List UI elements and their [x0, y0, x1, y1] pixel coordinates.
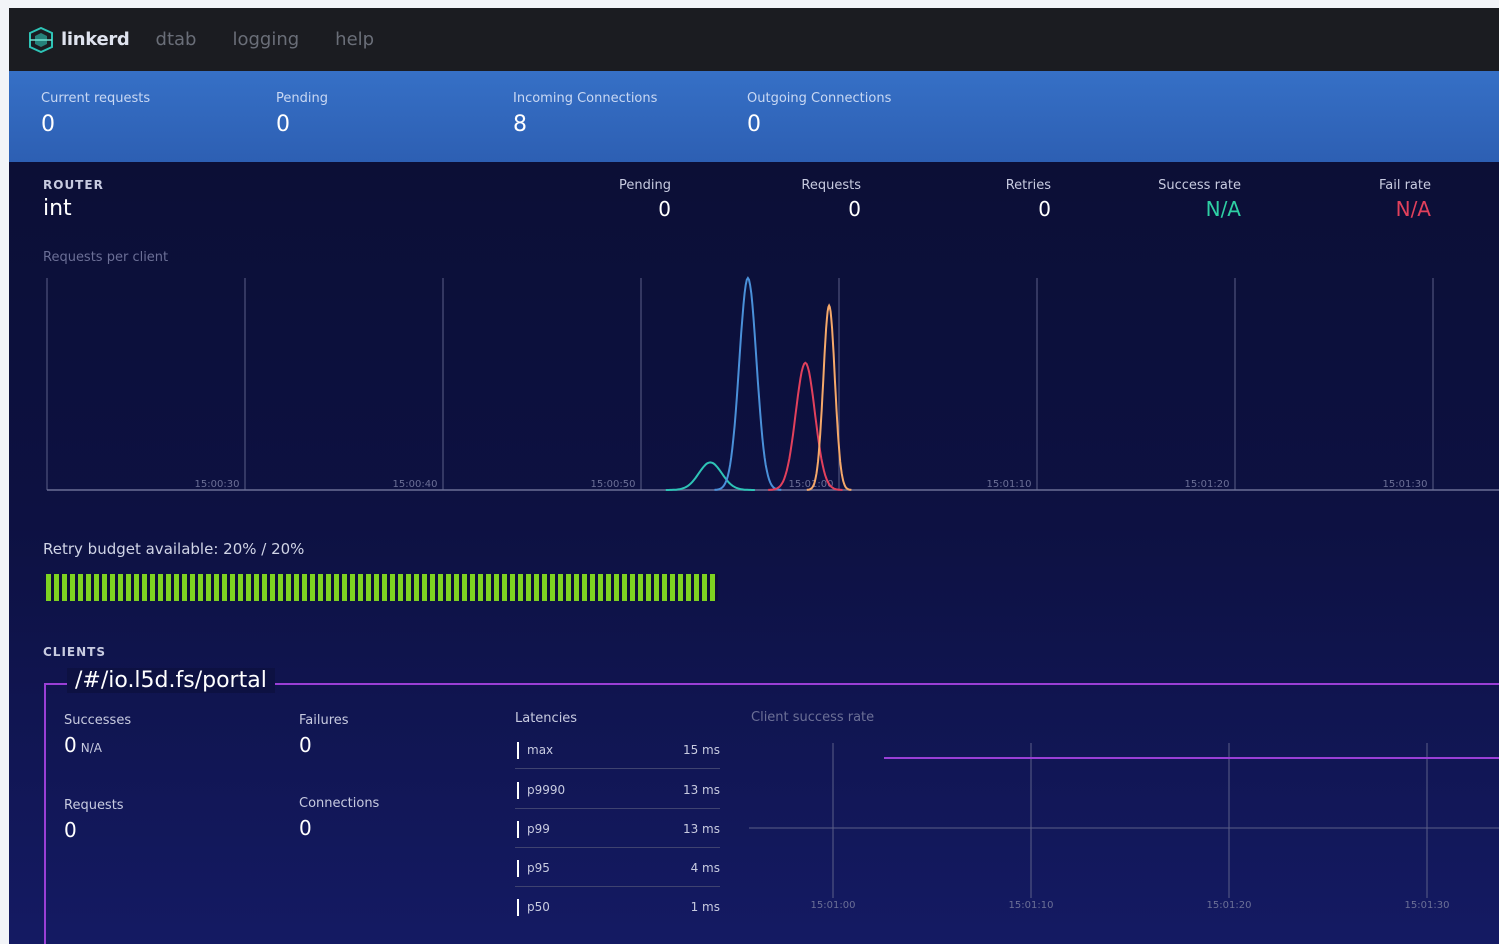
summary-label: Current requests [41, 91, 151, 106]
client-stat-label: Successes [64, 713, 132, 728]
router-stat-pending: Pending 0 [599, 178, 671, 221]
summary-label: Pending [276, 91, 328, 106]
stat-value: 0 [848, 197, 861, 221]
x-tick-label: 15:01:30 [1383, 479, 1428, 490]
retry-budget-label: Retry budget available: 20% / 20% [43, 540, 305, 558]
summary-current-requests: Current requests 0 [41, 91, 150, 137]
latency-bar [517, 860, 519, 877]
client-stat-label: Requests [64, 798, 124, 813]
router-stat-requests: Requests 0 [779, 178, 861, 221]
successes-value: 0 [64, 733, 77, 757]
x-tick-label: 15:01:10 [987, 479, 1032, 490]
stat-label: Success rate [1158, 178, 1241, 193]
latencies-title: Latencies [515, 711, 578, 726]
successes-unit: N/A [80, 741, 102, 755]
x-tick-label: 15:00:50 [591, 479, 636, 490]
x-tick-label: 15:01:10 [1009, 900, 1054, 911]
client-requests: Requests 0 [64, 798, 124, 842]
summary-value: 0 [41, 112, 55, 137]
latency-value: 1 ms [690, 900, 720, 914]
latency-bar [517, 899, 519, 916]
summary-incoming-connections: Incoming Connections 8 [513, 91, 657, 137]
router-name: int [43, 196, 72, 221]
latency-name: p99 [527, 822, 550, 836]
requests-per-client-chart: 15:00:30 15:00:40 15:00:50 15:01:00 15:01:10… [46, 276, 1499, 491]
stat-value: N/A [1205, 197, 1241, 221]
latency-row-p95: p95 4 ms [515, 848, 720, 887]
client-name[interactable]: /#/io.l5d.fs/portal [67, 668, 275, 693]
x-tick-label: 15:01:30 [1405, 900, 1450, 911]
latency-row-p99: p99 13 ms [515, 809, 720, 848]
stat-value: 0 [658, 197, 671, 221]
stat-label: Requests [801, 178, 861, 193]
x-tick-label: 15:01:00 [811, 900, 856, 911]
summary-outgoing-connections: Outgoing Connections 0 [747, 91, 891, 137]
client-stat-value: 0 [64, 818, 77, 842]
latency-bar [517, 742, 519, 759]
series-line [665, 461, 755, 491]
client-successes: Successes 0 N/A [64, 713, 131, 757]
latency-row-p50: p50 1 ms [515, 887, 720, 925]
latency-bar [517, 782, 519, 799]
summary-label: Outgoing Connections [747, 91, 892, 106]
x-tick-label: 15:01:20 [1207, 900, 1252, 911]
brand[interactable]: linkerd [27, 26, 130, 53]
summary-bar: Current requests 0 Pending 0 Incoming Co… [9, 71, 1499, 162]
stat-label: Pending [619, 178, 671, 193]
x-tick-label: 15:00:40 [393, 479, 438, 490]
summary-value: 8 [513, 112, 527, 137]
nav-link-help[interactable]: help [335, 29, 374, 50]
brand-name: linkerd [61, 29, 130, 50]
latency-value: 13 ms [682, 783, 720, 797]
stat-value: 0 [1038, 197, 1051, 221]
router-stat-retries: Retries 0 [989, 178, 1051, 221]
nav-link-logging[interactable]: logging [232, 29, 299, 50]
router-section-label: ROUTER [43, 178, 104, 192]
client-stat-label: Failures [299, 713, 349, 728]
top-nav: linkerd dtab logging help [9, 8, 1499, 71]
stat-label: Fail rate [1378, 178, 1431, 193]
latency-name: p9990 [527, 783, 566, 797]
x-tick-label: 15:01:20 [1185, 479, 1230, 490]
client-success-rate-label: Client success rate [751, 710, 875, 725]
clients-section-label: CLIENTS [43, 645, 106, 659]
requests-per-client-label: Requests per client [43, 250, 169, 265]
latency-bar [517, 821, 519, 838]
client-stat-value: 0 N/A [64, 733, 131, 757]
latency-row-max: max 15 ms [515, 730, 720, 769]
client-stat-value: 0 [299, 733, 312, 757]
retry-budget-bar [46, 574, 718, 601]
client-stat-label: Connections [299, 796, 380, 811]
latency-name: p50 [527, 900, 550, 914]
summary-value: 0 [747, 112, 761, 137]
linkerd-dashboard: linkerd dtab logging help Current reques… [9, 8, 1499, 944]
client-stat-value: 0 [299, 816, 312, 840]
stat-value: N/A [1395, 197, 1431, 221]
series-line [714, 276, 782, 491]
client-failures: Failures 0 [299, 713, 349, 757]
stat-label: Retries [1005, 178, 1051, 193]
x-tick-label: 15:00:30 [195, 479, 240, 490]
router-stat-fail-rate: Fail rate N/A [1349, 178, 1431, 221]
latency-value: 15 ms [682, 743, 720, 757]
series-line [768, 361, 843, 491]
router-stat-success-rate: Success rate N/A [1139, 178, 1241, 221]
summary-pending: Pending 0 [276, 91, 328, 137]
latency-value: 4 ms [690, 861, 720, 875]
latency-name: max [527, 743, 554, 757]
nav-link-dtab[interactable]: dtab [156, 29, 197, 50]
latency-value: 13 ms [682, 822, 720, 836]
client-connections: Connections 0 [299, 796, 379, 840]
summary-label: Incoming Connections [513, 91, 658, 106]
latency-name: p95 [527, 861, 550, 875]
linkerd-logo-icon [29, 26, 53, 53]
summary-value: 0 [276, 112, 290, 137]
latency-row-p9990: p9990 13 ms [515, 770, 720, 809]
client-success-rate-chart: 15:01:00 15:01:10 15:01:20 15:01:30 [749, 743, 1499, 911]
